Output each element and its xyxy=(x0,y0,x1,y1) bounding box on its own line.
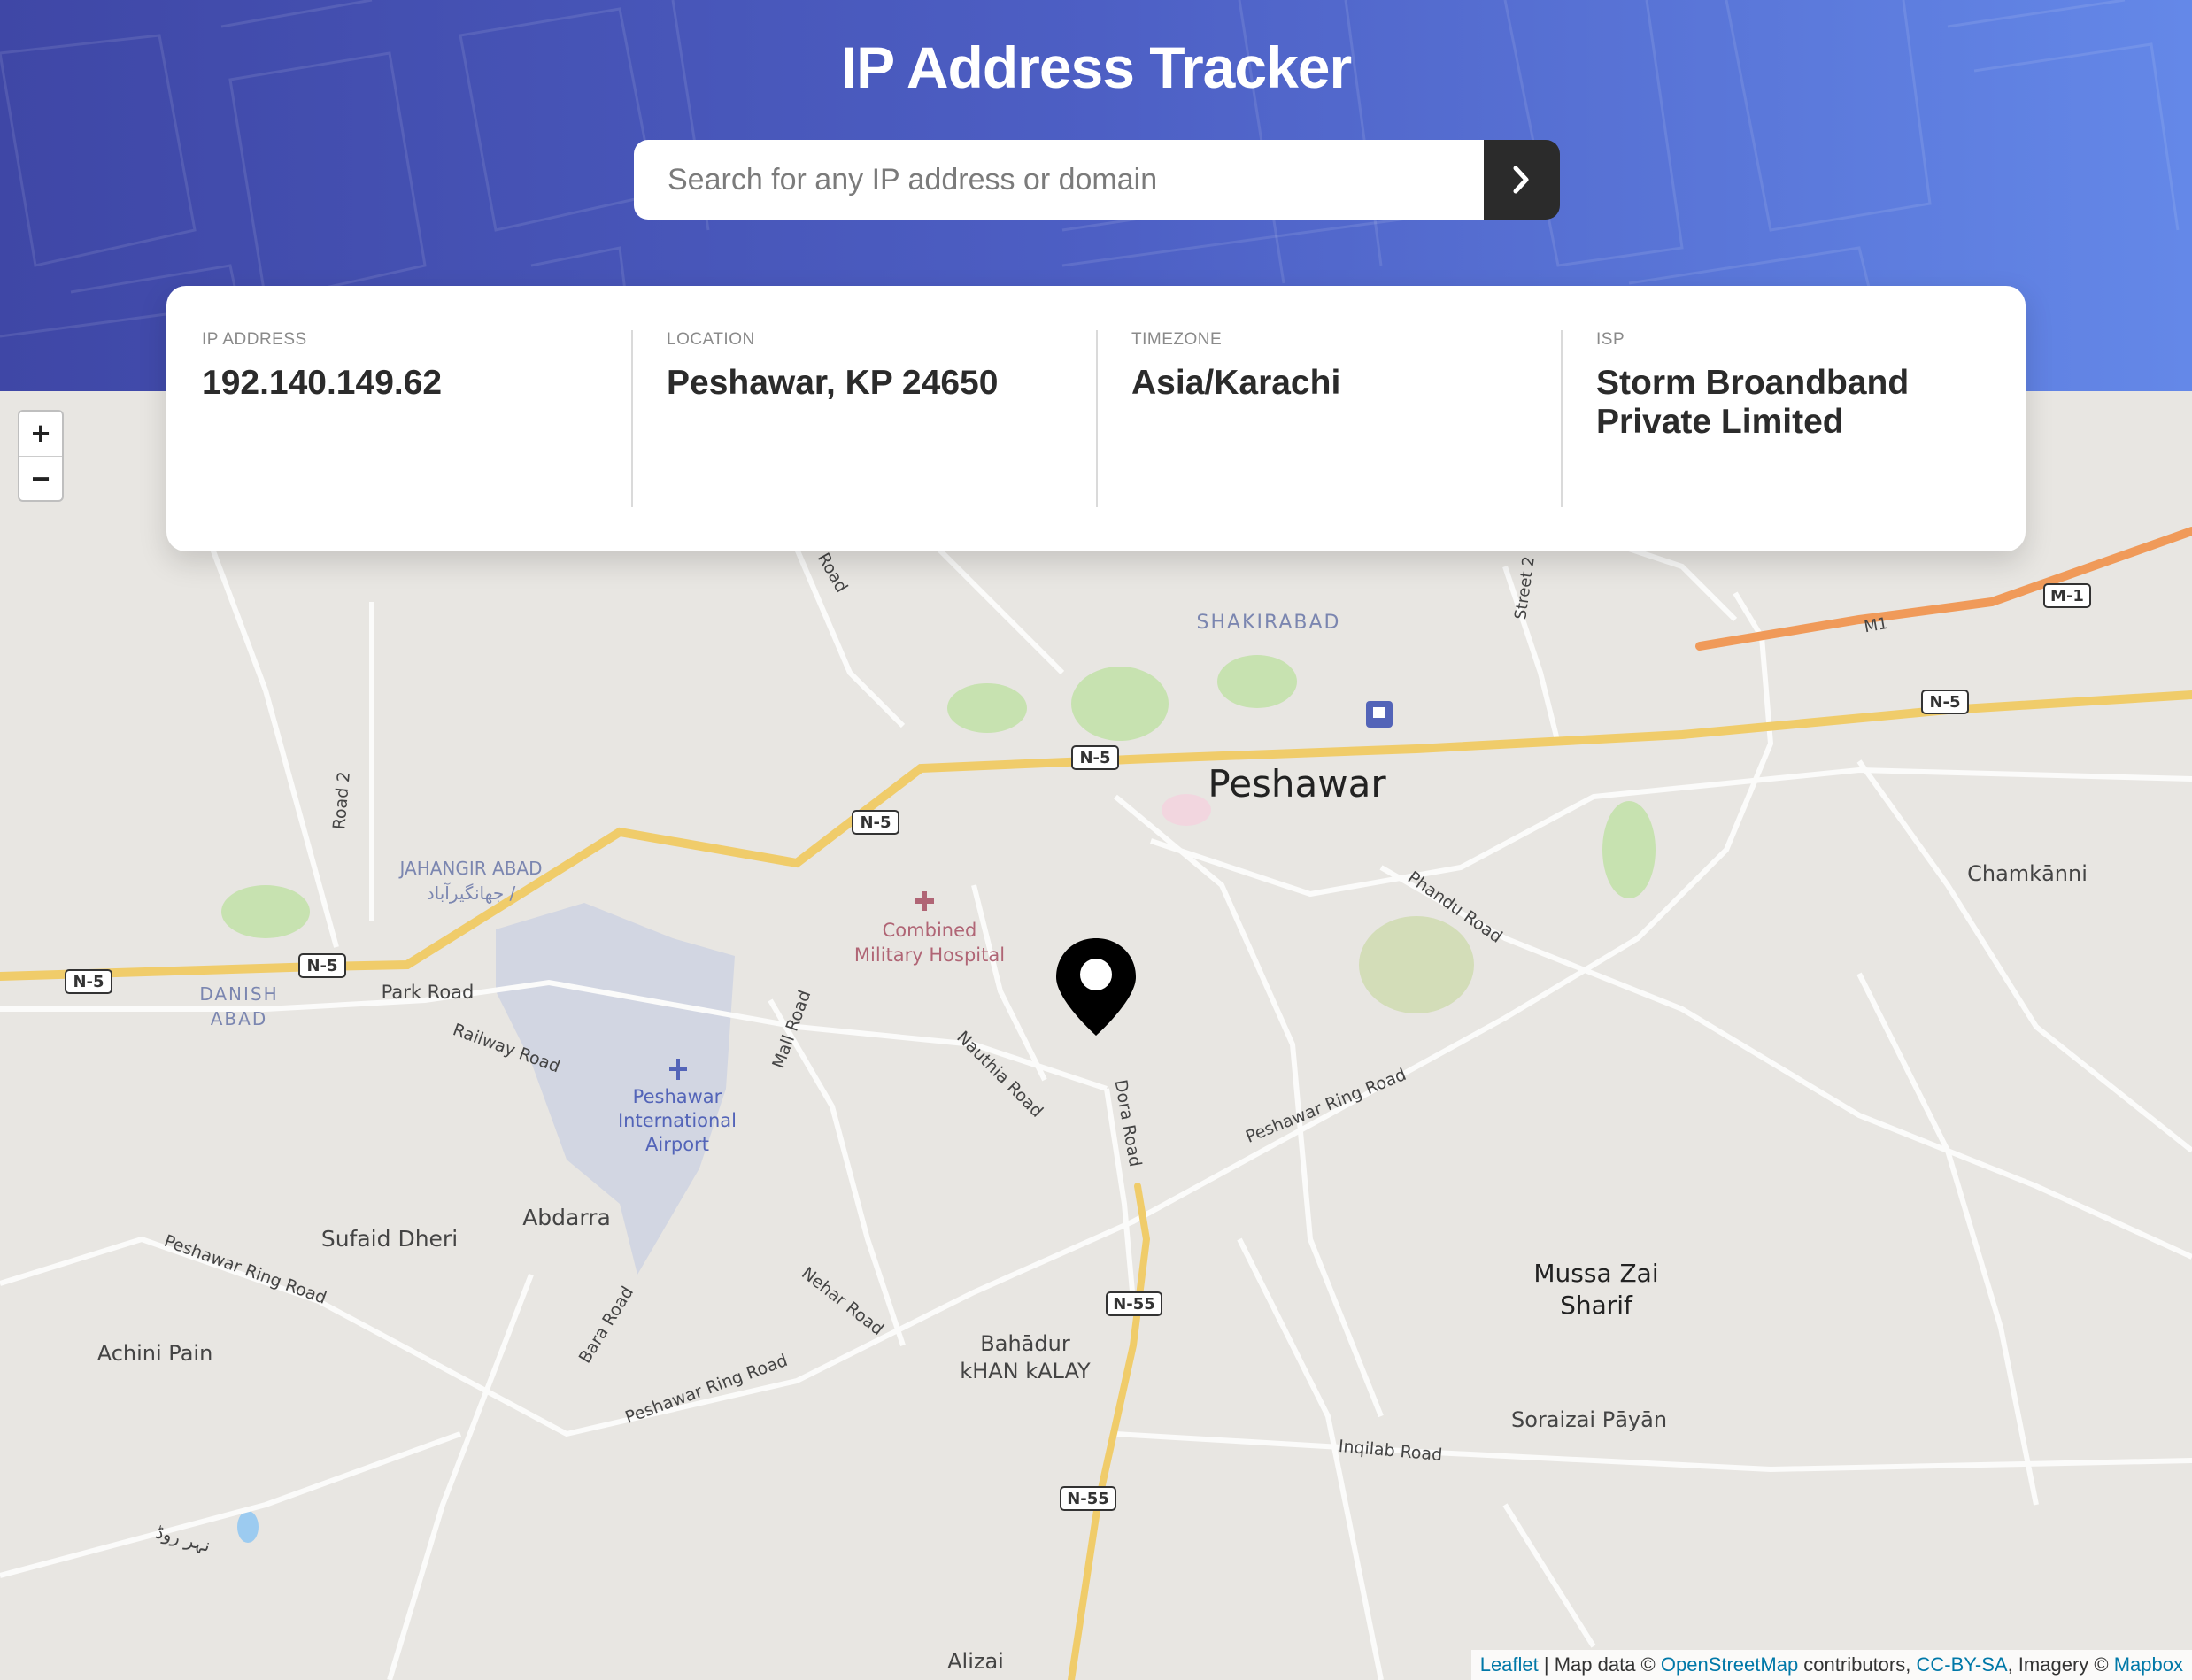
svg-text:N-5: N-5 xyxy=(860,813,891,832)
mapbox-link[interactable]: Mapbox xyxy=(2114,1653,2183,1676)
search-input[interactable] xyxy=(634,140,1484,220)
map-attribution: Leaflet | Map data © OpenStreetMap contr… xyxy=(1470,1650,2192,1680)
search-bar xyxy=(634,140,1560,220)
svg-text:International: International xyxy=(618,1110,737,1131)
svg-text:Abdarra: Abdarra xyxy=(522,1205,611,1230)
ip-info-card: IP ADDRESS 192.140.149.62 LOCATION Pesha… xyxy=(166,286,2026,551)
svg-text:M-1: M-1 xyxy=(2050,587,2084,605)
svg-text:Achini Pain: Achini Pain xyxy=(97,1341,213,1366)
svg-text:N-55: N-55 xyxy=(1113,1295,1155,1314)
zoom-in-button[interactable]: + xyxy=(19,412,62,456)
search-submit-button[interactable] xyxy=(1484,140,1560,220)
isp-section: ISP Storm Broandband Private Limited xyxy=(1561,286,2026,551)
svg-text:N-5: N-5 xyxy=(306,957,337,975)
leaflet-link[interactable]: Leaflet xyxy=(1480,1653,1539,1676)
svg-text:Chamkānni: Chamkānni xyxy=(1967,861,2088,886)
svg-text:ABAD: ABAD xyxy=(211,1008,267,1029)
train-station-icon xyxy=(1366,701,1393,728)
svg-text:N-55: N-55 xyxy=(1067,1490,1109,1508)
svg-text:N-5: N-5 xyxy=(1929,693,1960,712)
svg-text:N-5: N-5 xyxy=(73,973,104,991)
svg-text:Military Hospital: Military Hospital xyxy=(854,944,1005,966)
shield-n55-south: N-55 xyxy=(1060,1486,1116,1511)
svg-text:Airport: Airport xyxy=(645,1134,709,1155)
svg-text:DANISH: DANISH xyxy=(199,983,278,1005)
location-value: Peshawar, KP 24650 xyxy=(667,364,999,402)
svg-text:Bahādur: Bahādur xyxy=(980,1331,1070,1356)
svg-text:N-5: N-5 xyxy=(1079,749,1110,767)
shield-n55-north: N-55 xyxy=(1106,1291,1162,1316)
location-marker-icon[interactable] xyxy=(1054,936,1138,1037)
chevron-right-icon xyxy=(1513,166,1529,194)
svg-text:جهانگیرآباد /: جهانگیرآباد / xyxy=(427,882,516,904)
svg-text:JAHANGIR ABAD: JAHANGIR ABAD xyxy=(397,858,542,879)
shield-m1: M-1 xyxy=(2043,583,2091,608)
svg-text:Street 2: Street 2 xyxy=(1511,555,1539,620)
svg-text:Alizai: Alizai xyxy=(947,1649,1004,1674)
svg-text:Road 2: Road 2 xyxy=(329,771,354,830)
svg-text:Nauthia Road: Nauthia Road xyxy=(953,1028,1046,1121)
shield-n5-east: N-5 xyxy=(1921,690,1969,714)
shield-n5-north: N-5 xyxy=(1071,745,1119,770)
svg-text:Park Road: Park Road xyxy=(382,982,475,1003)
svg-text:Sufaid Dheri: Sufaid Dheri xyxy=(321,1226,458,1252)
svg-text:Nehar Road: Nehar Road xyxy=(798,1263,887,1339)
shield-n5-center: N-5 xyxy=(852,810,899,835)
location-label: LOCATION xyxy=(667,330,755,349)
timezone-value: Asia/Karachi xyxy=(1131,364,1341,402)
svg-text:Peshawar Ring Road: Peshawar Ring Road xyxy=(1243,1065,1409,1147)
svg-text:Sharif: Sharif xyxy=(1560,1291,1633,1320)
isp-value: Storm Broandband Private Limited xyxy=(1596,364,1910,441)
svg-text:Mussa Zai: Mussa Zai xyxy=(1533,1259,1658,1288)
shield-n5-jahangir: N-5 xyxy=(298,953,346,978)
svg-text:Combined: Combined xyxy=(883,920,977,941)
map[interactable]: N-5 N-5 N-5 N-5 N-5 M-1 N-55 N-55 Peshaw… xyxy=(0,391,2192,1680)
license-link[interactable]: CC-BY-SA xyxy=(1916,1653,2007,1676)
page-title: IP Address Tracker xyxy=(840,35,1352,100)
ip-address-value: 192.140.149.62 xyxy=(202,364,443,402)
svg-text:Road: Road xyxy=(814,550,852,596)
location-section: LOCATION Peshawar, KP 24650 xyxy=(631,286,1096,551)
timezone-label: TIMEZONE xyxy=(1131,330,1223,349)
svg-text:Inqilab Road: Inqilab Road xyxy=(1338,1437,1443,1465)
city-label-peshawar: Peshawar xyxy=(1208,762,1386,805)
isp-label: ISP xyxy=(1596,330,1625,349)
zoom-control: + − xyxy=(18,410,64,502)
svg-text:Peshawar: Peshawar xyxy=(633,1086,722,1107)
timezone-section: TIMEZONE Asia/Karachi xyxy=(1096,286,1561,551)
map-areas xyxy=(221,655,1656,1543)
svg-text:SHAKIRABAD: SHAKIRABAD xyxy=(1197,612,1341,634)
svg-text:Peshawar Ring Road: Peshawar Ring Road xyxy=(161,1231,328,1308)
ip-address-section: IP ADDRESS 192.140.149.62 xyxy=(166,286,631,551)
openstreetmap-link[interactable]: OpenStreetMap xyxy=(1661,1653,1798,1676)
svg-text:kHAN kALAY: kHAN kALAY xyxy=(960,1359,1091,1383)
svg-text:Soraizai Pāyān: Soraizai Pāyān xyxy=(1511,1407,1667,1432)
shield-n5-west: N-5 xyxy=(65,969,112,994)
svg-text:M1: M1 xyxy=(1863,614,1889,636)
hospital-icon xyxy=(915,891,934,911)
ip-address-label: IP ADDRESS xyxy=(202,330,307,349)
svg-text:Bara Road: Bara Road xyxy=(575,1283,638,1367)
zoom-out-button[interactable]: − xyxy=(19,456,62,501)
